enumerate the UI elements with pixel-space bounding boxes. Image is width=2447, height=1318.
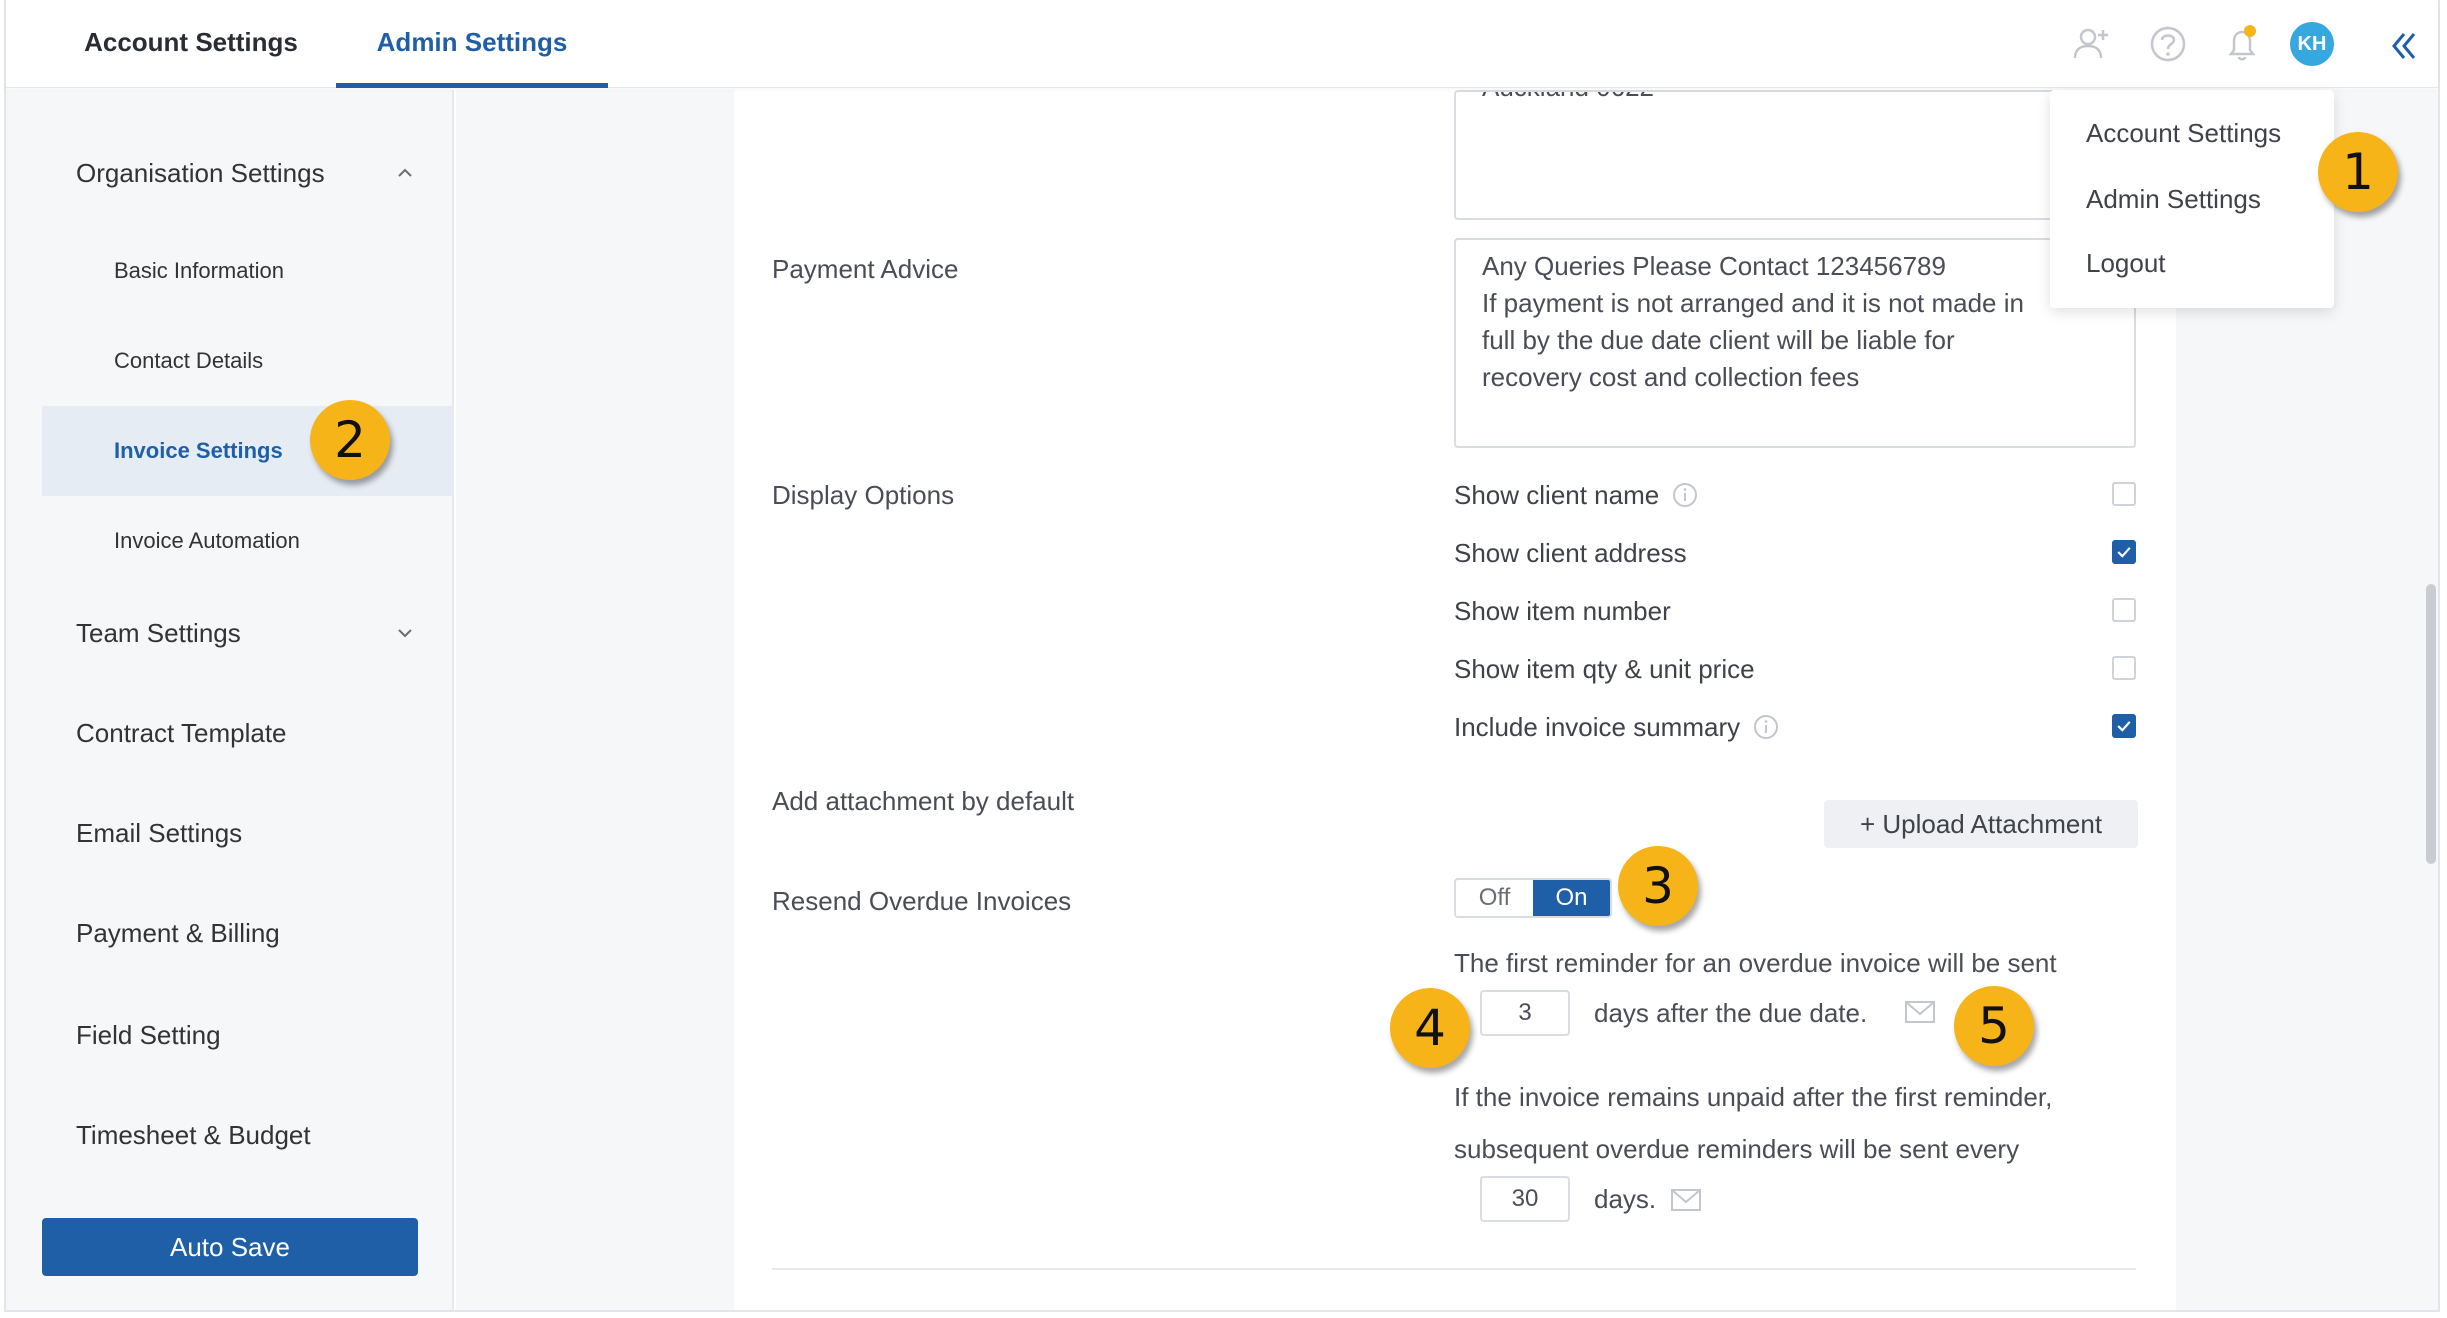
- subsequent-reminder-days-input[interactable]: 30: [1480, 1176, 1570, 1222]
- notification-dot: [2244, 25, 2256, 37]
- payment-advice-line: recovery cost and collection fees: [1482, 362, 1860, 392]
- add-user-icon[interactable]: [2070, 22, 2114, 66]
- menu-item-admin-settings[interactable]: Admin Settings: [2086, 184, 2261, 215]
- callout-4: 4: [1390, 988, 1470, 1068]
- tab-account-settings[interactable]: Account Settings: [46, 0, 336, 88]
- sidebar-item-email-settings[interactable]: Email Settings: [76, 818, 242, 849]
- tab-admin-settings[interactable]: Admin Settings: [336, 0, 608, 88]
- callout-3: 3: [1618, 846, 1698, 926]
- info-icon[interactable]: [1672, 482, 1698, 508]
- option-label: Show item qty & unit price: [1454, 654, 1755, 684]
- checkbox-include-invoice-summary[interactable]: [2112, 714, 2136, 738]
- section-divider: [772, 1268, 2136, 1270]
- callout-5: 5: [1954, 986, 2034, 1066]
- auto-save-button[interactable]: Auto Save: [42, 1218, 418, 1276]
- toggle-off-option[interactable]: Off: [1456, 880, 1533, 916]
- checkbox-show-client-name[interactable]: [2112, 482, 2136, 506]
- content-gutter-left: [456, 90, 734, 1310]
- option-show-client-name: Show client name: [1454, 480, 1698, 511]
- option-show-item-qty-unit-price: Show item qty & unit price: [1454, 654, 1755, 685]
- option-show-item-number: Show item number: [1454, 596, 1671, 627]
- payment-advice-line: If payment is not arranged and it is not…: [1482, 288, 2024, 318]
- first-reminder-days-input[interactable]: 3: [1480, 990, 1570, 1036]
- option-show-client-address: Show client address: [1454, 538, 1687, 569]
- attachment-label: Add attachment by default: [772, 786, 1075, 816]
- subsequent-reminder-suffix: days.: [1594, 1184, 1657, 1214]
- sidebar: Organisation Settings Basic Information …: [6, 90, 454, 1310]
- top-bar: Account Settings Admin Settings KH: [6, 0, 2438, 88]
- first-reminder-text: The first reminder for an overdue invoic…: [1454, 948, 2057, 978]
- first-reminder-suffix: days after the due date.: [1594, 998, 1868, 1028]
- callout-2: 2: [310, 400, 390, 480]
- checkbox-show-item-qty-unit-price[interactable]: [2112, 656, 2136, 680]
- mail-icon[interactable]: [1670, 1186, 1706, 1214]
- subsequent-reminder-text-1: If the invoice remains unpaid after the …: [1454, 1082, 2053, 1112]
- user-menu-dropdown: Account Settings Admin Settings Logout: [2050, 90, 2334, 308]
- display-options-label: Display Options: [772, 480, 955, 510]
- payment-advice-label: Payment Advice: [772, 254, 959, 284]
- toggle-on-option[interactable]: On: [1533, 880, 1610, 916]
- sidebar-item-invoice-settings[interactable]: Invoice Settings: [114, 438, 283, 464]
- address-textarea[interactable]: Auckland 0622: [1454, 90, 2136, 220]
- help-icon[interactable]: [2146, 22, 2190, 66]
- scrollbar[interactable]: [2426, 584, 2436, 864]
- menu-item-account-settings[interactable]: Account Settings: [2086, 118, 2281, 149]
- sidebar-item-contact-details[interactable]: Contact Details: [114, 348, 263, 374]
- address-text: Auckland 0622: [1482, 92, 1654, 103]
- mail-icon[interactable]: [1904, 998, 1940, 1026]
- option-label: Show client address: [1454, 538, 1687, 568]
- payment-advice-line: Any Queries Please Contact 123456789: [1482, 251, 1946, 281]
- chevron-down-icon[interactable]: [394, 622, 416, 644]
- payment-advice-line: full by the due date client will be liab…: [1482, 325, 1955, 355]
- bell-icon[interactable]: [2220, 22, 2264, 66]
- sidebar-item-timesheet-budget[interactable]: Timesheet & Budget: [76, 1120, 311, 1151]
- checkbox-show-item-number[interactable]: [2112, 598, 2136, 622]
- checkmark-icon: [2117, 721, 2131, 732]
- sidebar-item-payment-billing[interactable]: Payment & Billing: [76, 918, 280, 949]
- checkbox-show-client-address[interactable]: [2112, 540, 2136, 564]
- sidebar-section-organisation-settings[interactable]: Organisation Settings: [76, 158, 325, 189]
- option-label: Show item number: [1454, 596, 1671, 626]
- sidebar-item-field-setting[interactable]: Field Setting: [76, 1020, 221, 1051]
- payment-advice-text: Any Queries Please Contact 123456789 If …: [1482, 248, 2112, 396]
- collapse-icon[interactable]: [2382, 24, 2426, 68]
- sidebar-item-invoice-automation[interactable]: Invoice Automation: [114, 528, 300, 554]
- option-label: Show client name: [1454, 480, 1660, 510]
- option-include-invoice-summary: Include invoice summary: [1454, 712, 1779, 743]
- upload-attachment-button[interactable]: + Upload Attachment: [1824, 800, 2138, 848]
- menu-item-logout[interactable]: Logout: [2086, 248, 2166, 279]
- callout-1: 1: [2318, 132, 2398, 212]
- option-label: Include invoice summary: [1454, 712, 1741, 742]
- info-icon[interactable]: [1753, 714, 1779, 740]
- subsequent-reminder-text-2: subsequent overdue reminders will be sen…: [1454, 1134, 2020, 1164]
- sidebar-item-team-settings[interactable]: Team Settings: [76, 618, 241, 649]
- resend-overdue-label: Resend Overdue Invoices: [772, 886, 1072, 916]
- app-window: Account Settings Admin Settings KH Organ…: [4, 0, 2440, 1312]
- chevron-up-icon[interactable]: [394, 162, 416, 184]
- checkmark-icon: [2117, 547, 2131, 558]
- resend-overdue-toggle[interactable]: Off On: [1454, 878, 1612, 918]
- sidebar-item-basic-information[interactable]: Basic Information: [114, 258, 284, 284]
- avatar[interactable]: KH: [2290, 22, 2334, 66]
- sidebar-item-contract-template[interactable]: Contract Template: [76, 718, 287, 749]
